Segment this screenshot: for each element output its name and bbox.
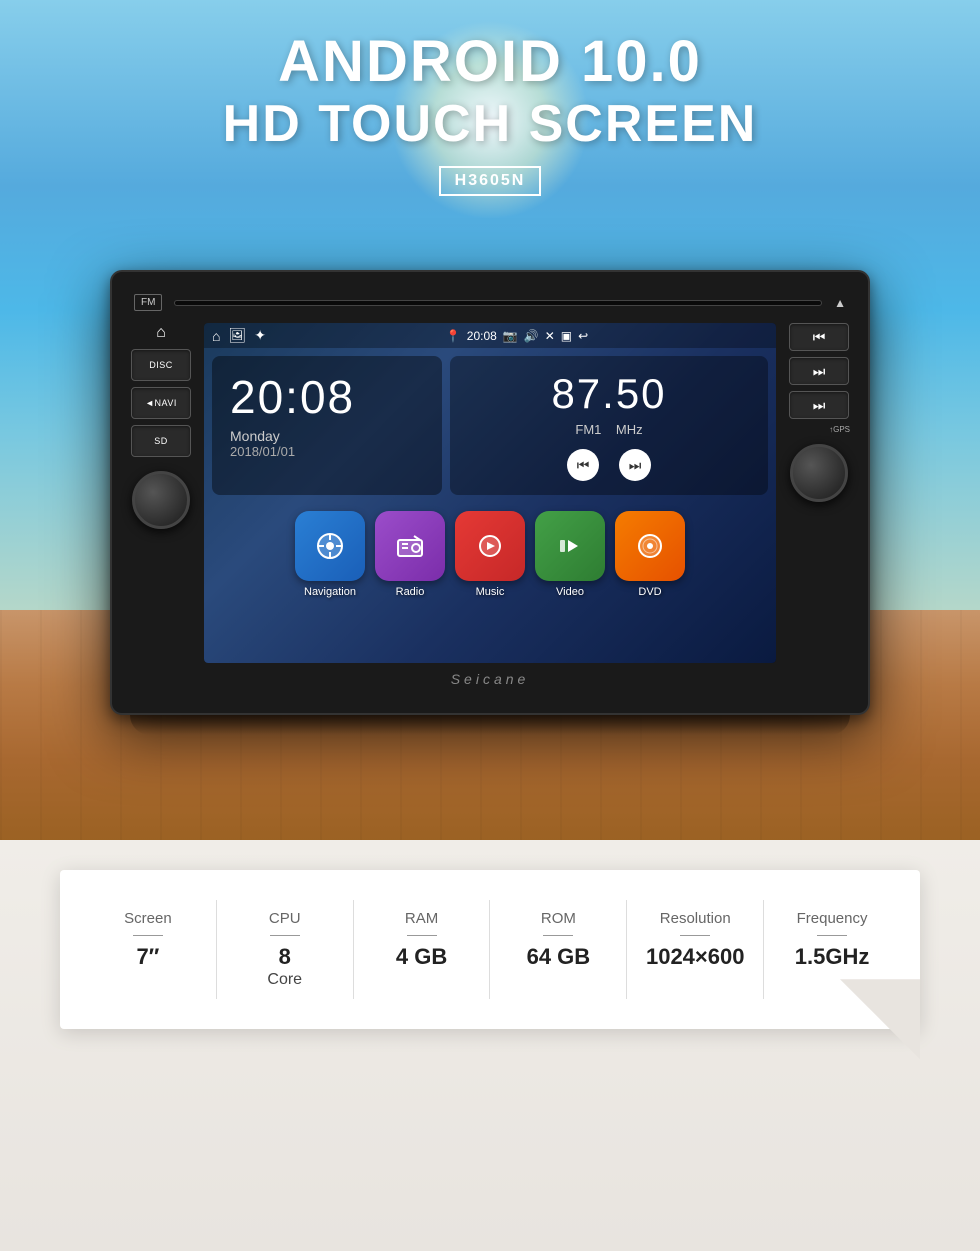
spec-ram-label: RAM: [405, 910, 438, 927]
fm-label: FM: [134, 294, 162, 311]
spec-frequency-label: Frequency: [797, 910, 868, 927]
dvd-app-icon: [615, 511, 685, 581]
location-icon: 📍: [446, 329, 461, 343]
eject-icon[interactable]: ▲: [834, 296, 846, 310]
clock-day: Monday: [230, 428, 424, 444]
left-controls: ⌂ DISC ◄NAVI SD: [126, 323, 196, 663]
app-dvd[interactable]: DVD: [615, 511, 685, 598]
video-label: Video: [556, 586, 584, 598]
spec-cpu-sub: Core: [267, 970, 302, 989]
right-volume-knob[interactable]: [790, 444, 848, 502]
right-controls: ⏮ ⏭ ⏭ ↑GPS: [784, 323, 854, 663]
spec-rom-value: 64 GB: [527, 944, 591, 970]
left-volume-knob[interactable]: [132, 471, 190, 529]
spec-divider: [817, 935, 847, 936]
skip-prev-button[interactable]: ⏮: [789, 323, 849, 351]
clock-widget: 20:08 Monday 2018/01/01: [212, 356, 442, 495]
status-time: 20:08: [467, 329, 497, 343]
radio-widget: 87.50 FM1 MHz ⏮ ⏭: [450, 356, 768, 495]
navigation-label: Navigation: [304, 586, 356, 598]
app-navigation[interactable]: Navigation: [295, 511, 365, 598]
spec-rom-label: ROM: [541, 910, 576, 927]
clock-date: 2018/01/01: [230, 444, 424, 459]
radio-info: FM1 MHz: [575, 422, 642, 437]
navi-button[interactable]: ◄NAVI: [131, 387, 191, 419]
navigation-icon: [295, 511, 365, 581]
status-center: 📍 20:08 📷 🔊 ✕ ▣ ↩: [446, 329, 588, 343]
spec-ram-value: 4 GB: [396, 944, 447, 970]
screen-content: ⌂ 🖼 ✦ 📍 20:08 📷 🔊 ✕ ▣ ↩: [204, 323, 776, 663]
spec-divider: [680, 935, 710, 936]
radio-prev-button[interactable]: ⏮: [567, 449, 599, 481]
main-widgets: 20:08 Monday 2018/01/01 87.50 FM1 MHz: [204, 348, 776, 503]
spec-divider: [543, 935, 573, 936]
spec-screen: Screen 7″: [80, 900, 217, 999]
spec-rom: ROM 64 GB: [490, 900, 627, 999]
home-icon[interactable]: ⌂: [145, 323, 177, 343]
spec-screen-value: 7″: [137, 944, 160, 970]
window-icon: ▣: [561, 329, 572, 343]
back-icon: ↩: [578, 329, 588, 343]
dvd-label: DVD: [638, 586, 661, 598]
car-stereo-device: FM ▲ ⌂ DISC ◄NAVI SD ⌂: [110, 270, 870, 735]
radio-unit: MHz: [616, 422, 643, 437]
clock-time: 20:08: [230, 370, 424, 424]
device-shadow: [130, 715, 850, 735]
device-top-bar: FM ▲: [126, 290, 854, 315]
model-badge: H3605N: [439, 166, 542, 196]
device-body: ⌂ DISC ◄NAVI SD ⌂ 🖼 ✦: [126, 323, 854, 663]
brand-name: Seicane: [126, 663, 854, 691]
cd-slot: [174, 300, 822, 306]
radio-app-icon: [375, 511, 445, 581]
radio-frequency: 87.50: [551, 370, 666, 418]
android-screen: ⌂ 🖼 ✦ 📍 20:08 📷 🔊 ✕ ▣ ↩: [204, 323, 776, 663]
spec-cpu: CPU 8 Core: [217, 900, 354, 999]
header-title-line2: HD TOUCH SCREEN: [0, 94, 980, 154]
spec-cpu-label: CPU: [269, 910, 301, 927]
app-video[interactable]: Video: [535, 511, 605, 598]
video-app-icon: [535, 511, 605, 581]
image-status-icon: 🖼: [228, 327, 246, 344]
device-chassis: FM ▲ ⌂ DISC ◄NAVI SD ⌂: [110, 270, 870, 715]
spec-divider: [407, 935, 437, 936]
header-section: ANDROID 10.0 HD TOUCH SCREEN H3605N: [0, 30, 980, 196]
signal-status-icon: ✦: [254, 327, 266, 344]
spec-screen-label: Screen: [124, 910, 172, 927]
specs-section: Screen 7″ CPU 8 Core RAM 4 GB ROM 64 GB: [60, 870, 920, 1029]
spec-divider: [270, 935, 300, 936]
status-bar: ⌂ 🖼 ✦ 📍 20:08 📷 🔊 ✕ ▣ ↩: [204, 323, 776, 348]
app-music[interactable]: Music: [455, 511, 525, 598]
status-left: ⌂ 🖼 ✦: [212, 327, 266, 344]
radio-label: Radio: [396, 586, 425, 598]
home-status-icon: ⌂: [212, 328, 220, 344]
spec-resolution-label: Resolution: [660, 910, 731, 927]
spec-resolution: Resolution 1024×600: [627, 900, 764, 999]
camera-icon: 📷: [503, 329, 518, 343]
music-app-icon: [455, 511, 525, 581]
app-radio[interactable]: Radio: [375, 511, 445, 598]
radio-controls: ⏮ ⏭: [567, 449, 651, 481]
music-label: Music: [476, 586, 505, 598]
specs-grid: Screen 7″ CPU 8 Core RAM 4 GB ROM 64 GB: [80, 900, 900, 999]
specs-paper: Screen 7″ CPU 8 Core RAM 4 GB ROM 64 GB: [60, 870, 920, 1029]
spec-divider: [133, 935, 163, 936]
skip-next-button[interactable]: ⏭: [789, 391, 849, 419]
spec-frequency: Frequency 1.5GHz: [764, 900, 900, 999]
sd-button[interactable]: SD: [131, 425, 191, 457]
radio-band: FM1: [575, 422, 601, 437]
fast-forward-button[interactable]: ⏭: [789, 357, 849, 385]
app-grid: Navigation: [204, 503, 776, 606]
spec-cpu-value: 8: [279, 944, 291, 970]
spec-resolution-value: 1024×600: [646, 944, 745, 970]
disc-button[interactable]: DISC: [131, 349, 191, 381]
gps-label: ↑GPS: [829, 425, 854, 434]
header-title-line1: ANDROID 10.0: [0, 30, 980, 94]
close-icon: ✕: [545, 329, 555, 343]
spec-frequency-value: 1.5GHz: [795, 944, 870, 970]
volume-icon: 🔊: [524, 329, 539, 343]
radio-next-button[interactable]: ⏭: [619, 449, 651, 481]
spec-ram: RAM 4 GB: [354, 900, 491, 999]
